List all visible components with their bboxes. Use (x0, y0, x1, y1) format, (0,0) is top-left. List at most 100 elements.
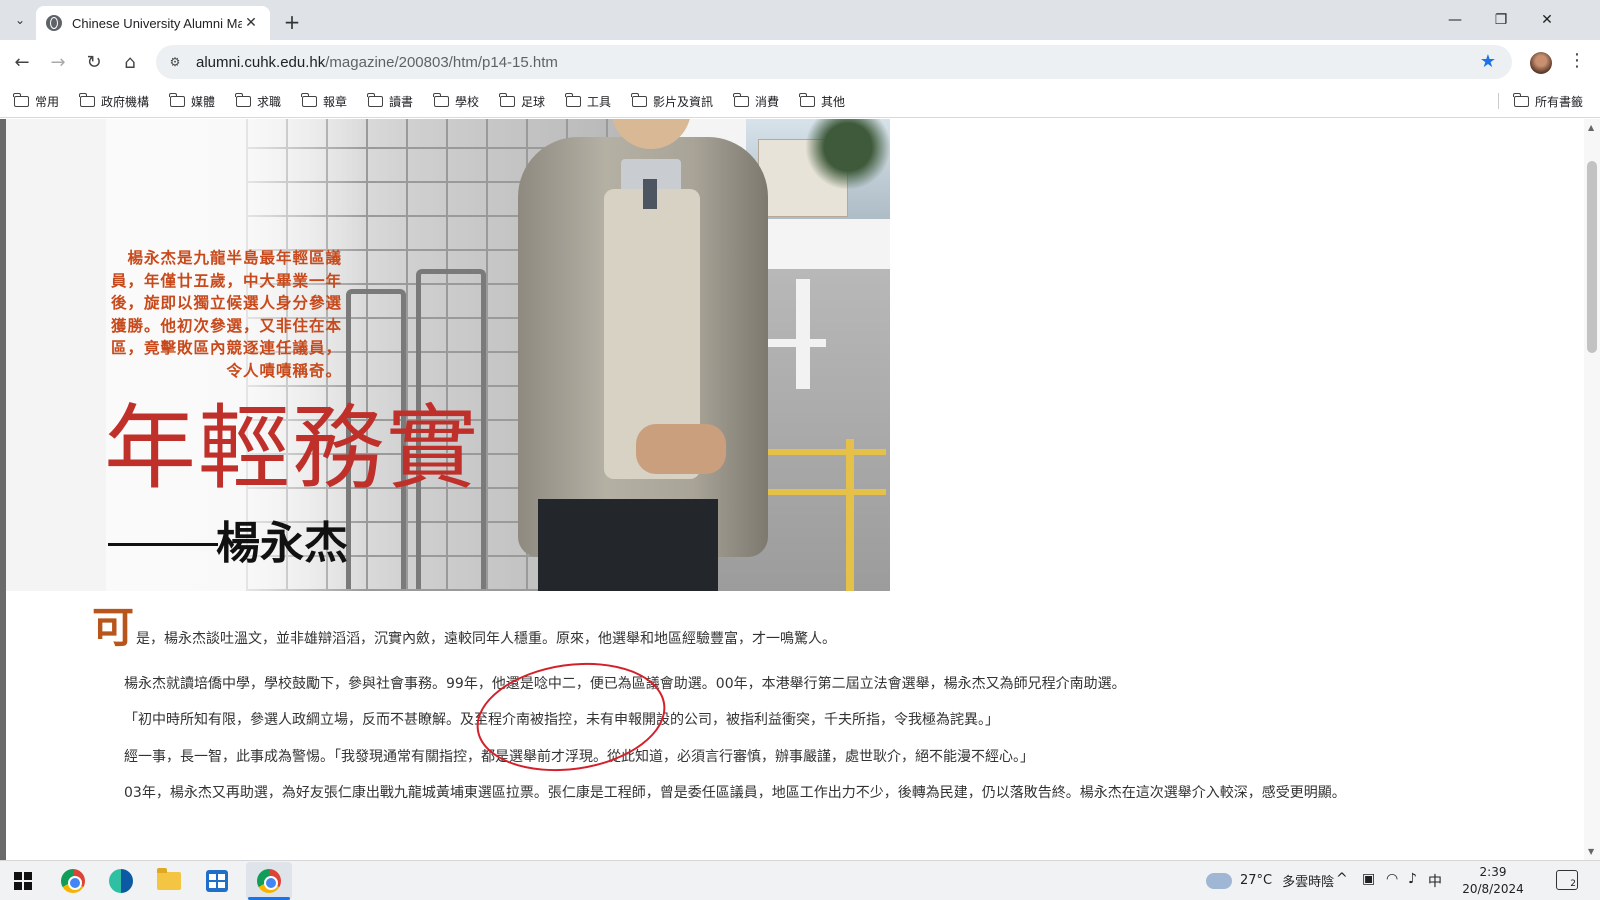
wifi-icon[interactable]: ◠ (1386, 871, 1398, 887)
folder-icon (433, 92, 449, 107)
weather-widget[interactable]: 27°C 多雲時陰 (1202, 866, 1334, 890)
bookmark-folder[interactable]: 求職 (235, 92, 282, 110)
folder-icon (13, 92, 29, 107)
bookmark-folder[interactable]: 媒體 (169, 92, 216, 110)
tab-title: Chinese University Alumni Ma (72, 15, 242, 31)
windows-taskbar: 27°C 多雲時陰 ^ ▣ ◠ ♪ 中 2:39 20/8/2024 2 (0, 860, 1600, 900)
folder-icon (367, 92, 383, 107)
bookmark-label: 所有書籤 (1535, 94, 1584, 109)
windows-logo-icon (14, 872, 32, 890)
title-dash (108, 543, 218, 546)
paragraph-1: 是，楊永杰談吐溫文，並非雄辯滔滔，沉實內斂，遠較同年人穩重。原來，他選舉和地區經… (136, 631, 836, 647)
show-hidden-icons-chevron-icon[interactable]: ^ (1336, 871, 1348, 887)
bookmark-label: 常用 (35, 94, 60, 109)
file-explorer-icon (157, 868, 181, 890)
bookmark-folder[interactable]: 學校 (433, 92, 480, 110)
weather-temp: 27°C (1240, 873, 1273, 888)
device-icon[interactable]: ▣ (1362, 871, 1375, 887)
yellow-road-marking (846, 439, 854, 591)
edge-icon (109, 869, 133, 893)
bookmark-label: 工具 (587, 94, 612, 109)
minimize-button[interactable]: — (1432, 0, 1478, 40)
bookmark-star-icon[interactable]: ★ (1480, 51, 1496, 72)
scroll-down-arrow-icon[interactable]: ▼ (1588, 847, 1594, 856)
taskbar-file-explorer[interactable] (154, 866, 184, 896)
article-subject-name: 楊永杰 (216, 518, 348, 569)
close-tab-icon[interactable]: ✕ (242, 15, 260, 31)
article-title: 年輕務實 (104, 395, 481, 502)
forward-button[interactable]: → (44, 48, 72, 76)
folder-icon (169, 92, 185, 107)
site-info-icon[interactable]: ⚙ (164, 51, 186, 73)
scrollbar-thumb[interactable] (1587, 161, 1597, 353)
folder-icon (733, 92, 749, 107)
intro-text: 楊永杰是九龍半島最年輕區議員，年僅廿五歲，中大畢業一年後，旋即以獨立候選人身分參… (110, 249, 342, 380)
clock-time: 2:39 (1479, 865, 1507, 879)
bookmark-folder[interactable]: 其他 (799, 92, 846, 110)
taskbar-store[interactable] (202, 866, 232, 896)
ime-indicator[interactable]: 中 (1428, 871, 1442, 891)
bookmark-folder[interactable]: 常用 (13, 92, 60, 110)
white-road-marking (766, 339, 826, 347)
browser-menu-icon[interactable]: ⋮ (1568, 50, 1586, 71)
bookmark-folder[interactable]: 影片及資訊 (631, 92, 714, 110)
bookmark-folder[interactable]: 足球 (499, 92, 545, 110)
folder-icon (1513, 92, 1529, 107)
close-window-button[interactable]: ✕ (1524, 0, 1570, 40)
chrome-icon (61, 869, 85, 893)
bookmark-label: 報章 (323, 94, 348, 109)
bookmark-folder[interactable]: 讀書 (367, 92, 414, 110)
tab-search-chevron-icon[interactable]: ⌄ (8, 8, 32, 32)
notification-center-icon[interactable]: 2 (1556, 870, 1578, 890)
folder-icon (79, 92, 95, 107)
folder-icon (235, 92, 251, 107)
taskbar-chrome[interactable] (58, 866, 88, 896)
bookmark-label: 消費 (755, 94, 780, 109)
folder-icon (565, 92, 581, 107)
taskbar-edge[interactable] (106, 866, 136, 896)
folder-icon (799, 92, 815, 107)
bookmark-folder[interactable]: 工具 (565, 92, 612, 110)
site-globe-icon (46, 15, 62, 31)
restore-button[interactable]: ❐ (1478, 0, 1524, 40)
bookmark-label: 讀書 (389, 94, 414, 109)
volume-icon[interactable]: ♪ (1408, 871, 1417, 887)
bookmarks-divider (1498, 93, 1499, 109)
new-tab-button[interactable]: + (278, 8, 306, 36)
bookmark-label: 影片及資訊 (653, 94, 714, 109)
bookmark-folder[interactable]: 政府機構 (79, 92, 150, 110)
person-pants (538, 499, 718, 591)
partly-cloudy-icon (1202, 866, 1232, 889)
folder-icon (301, 92, 317, 107)
bookmark-label: 媒體 (191, 94, 216, 109)
page-scrollbar[interactable]: ▲ ▼ (1584, 119, 1600, 860)
bookmark-folder[interactable]: 消費 (733, 92, 780, 110)
bookmarks-bar: 常用 政府機構 媒體 求職 報章 讀書 學校 足球 工具 影片及資訊 消費 其他… (0, 84, 1600, 118)
chrome-profile-icon (257, 869, 281, 893)
back-button[interactable]: ← (8, 48, 36, 76)
bookmark-label: 學校 (455, 94, 480, 109)
white-road-marking (796, 279, 810, 389)
person-tie (643, 179, 657, 209)
scroll-up-arrow-icon[interactable]: ▲ (1588, 123, 1594, 132)
bookmark-folder[interactable]: 報章 (301, 92, 348, 110)
url-text[interactable]: alumni.cuhk.edu.hk/magazine/200803/htm/p… (196, 54, 558, 71)
system-clock[interactable]: 2:39 20/8/2024 (1456, 864, 1530, 898)
bookmark-label: 其他 (821, 94, 846, 109)
bookmark-label: 政府機構 (101, 94, 150, 109)
paragraph-5: 03年，楊永杰又再助選，為好友張仁康出戰九龍城黃埔東選區拉票。張仁康是工程師，曾… (124, 785, 1346, 801)
tab-alumni-magazine[interactable]: Chinese University Alumni Ma ✕ (36, 6, 270, 40)
home-button[interactable]: ⌂ (116, 48, 144, 76)
start-button[interactable] (8, 866, 38, 896)
taskbar-chrome-profile[interactable] (254, 866, 284, 896)
reload-button[interactable]: ↻ (80, 48, 108, 76)
store-icon (206, 870, 228, 892)
folder-icon (499, 92, 515, 107)
page-viewport: 楊永杰是九龍半島最年輕區議員，年僅廿五歲，中大畢業一年後，旋即以獨立候選人身分參… (0, 119, 1584, 860)
person-hands (636, 424, 726, 474)
address-bar[interactable]: ⚙ alumni.cuhk.edu.hk/magazine/200803/htm… (156, 45, 1512, 79)
profile-avatar[interactable] (1530, 52, 1552, 74)
all-bookmarks-folder[interactable]: 所有書籤 (1513, 92, 1584, 110)
notification-count: 2 (1570, 879, 1576, 889)
bookmark-label: 求職 (257, 94, 282, 109)
